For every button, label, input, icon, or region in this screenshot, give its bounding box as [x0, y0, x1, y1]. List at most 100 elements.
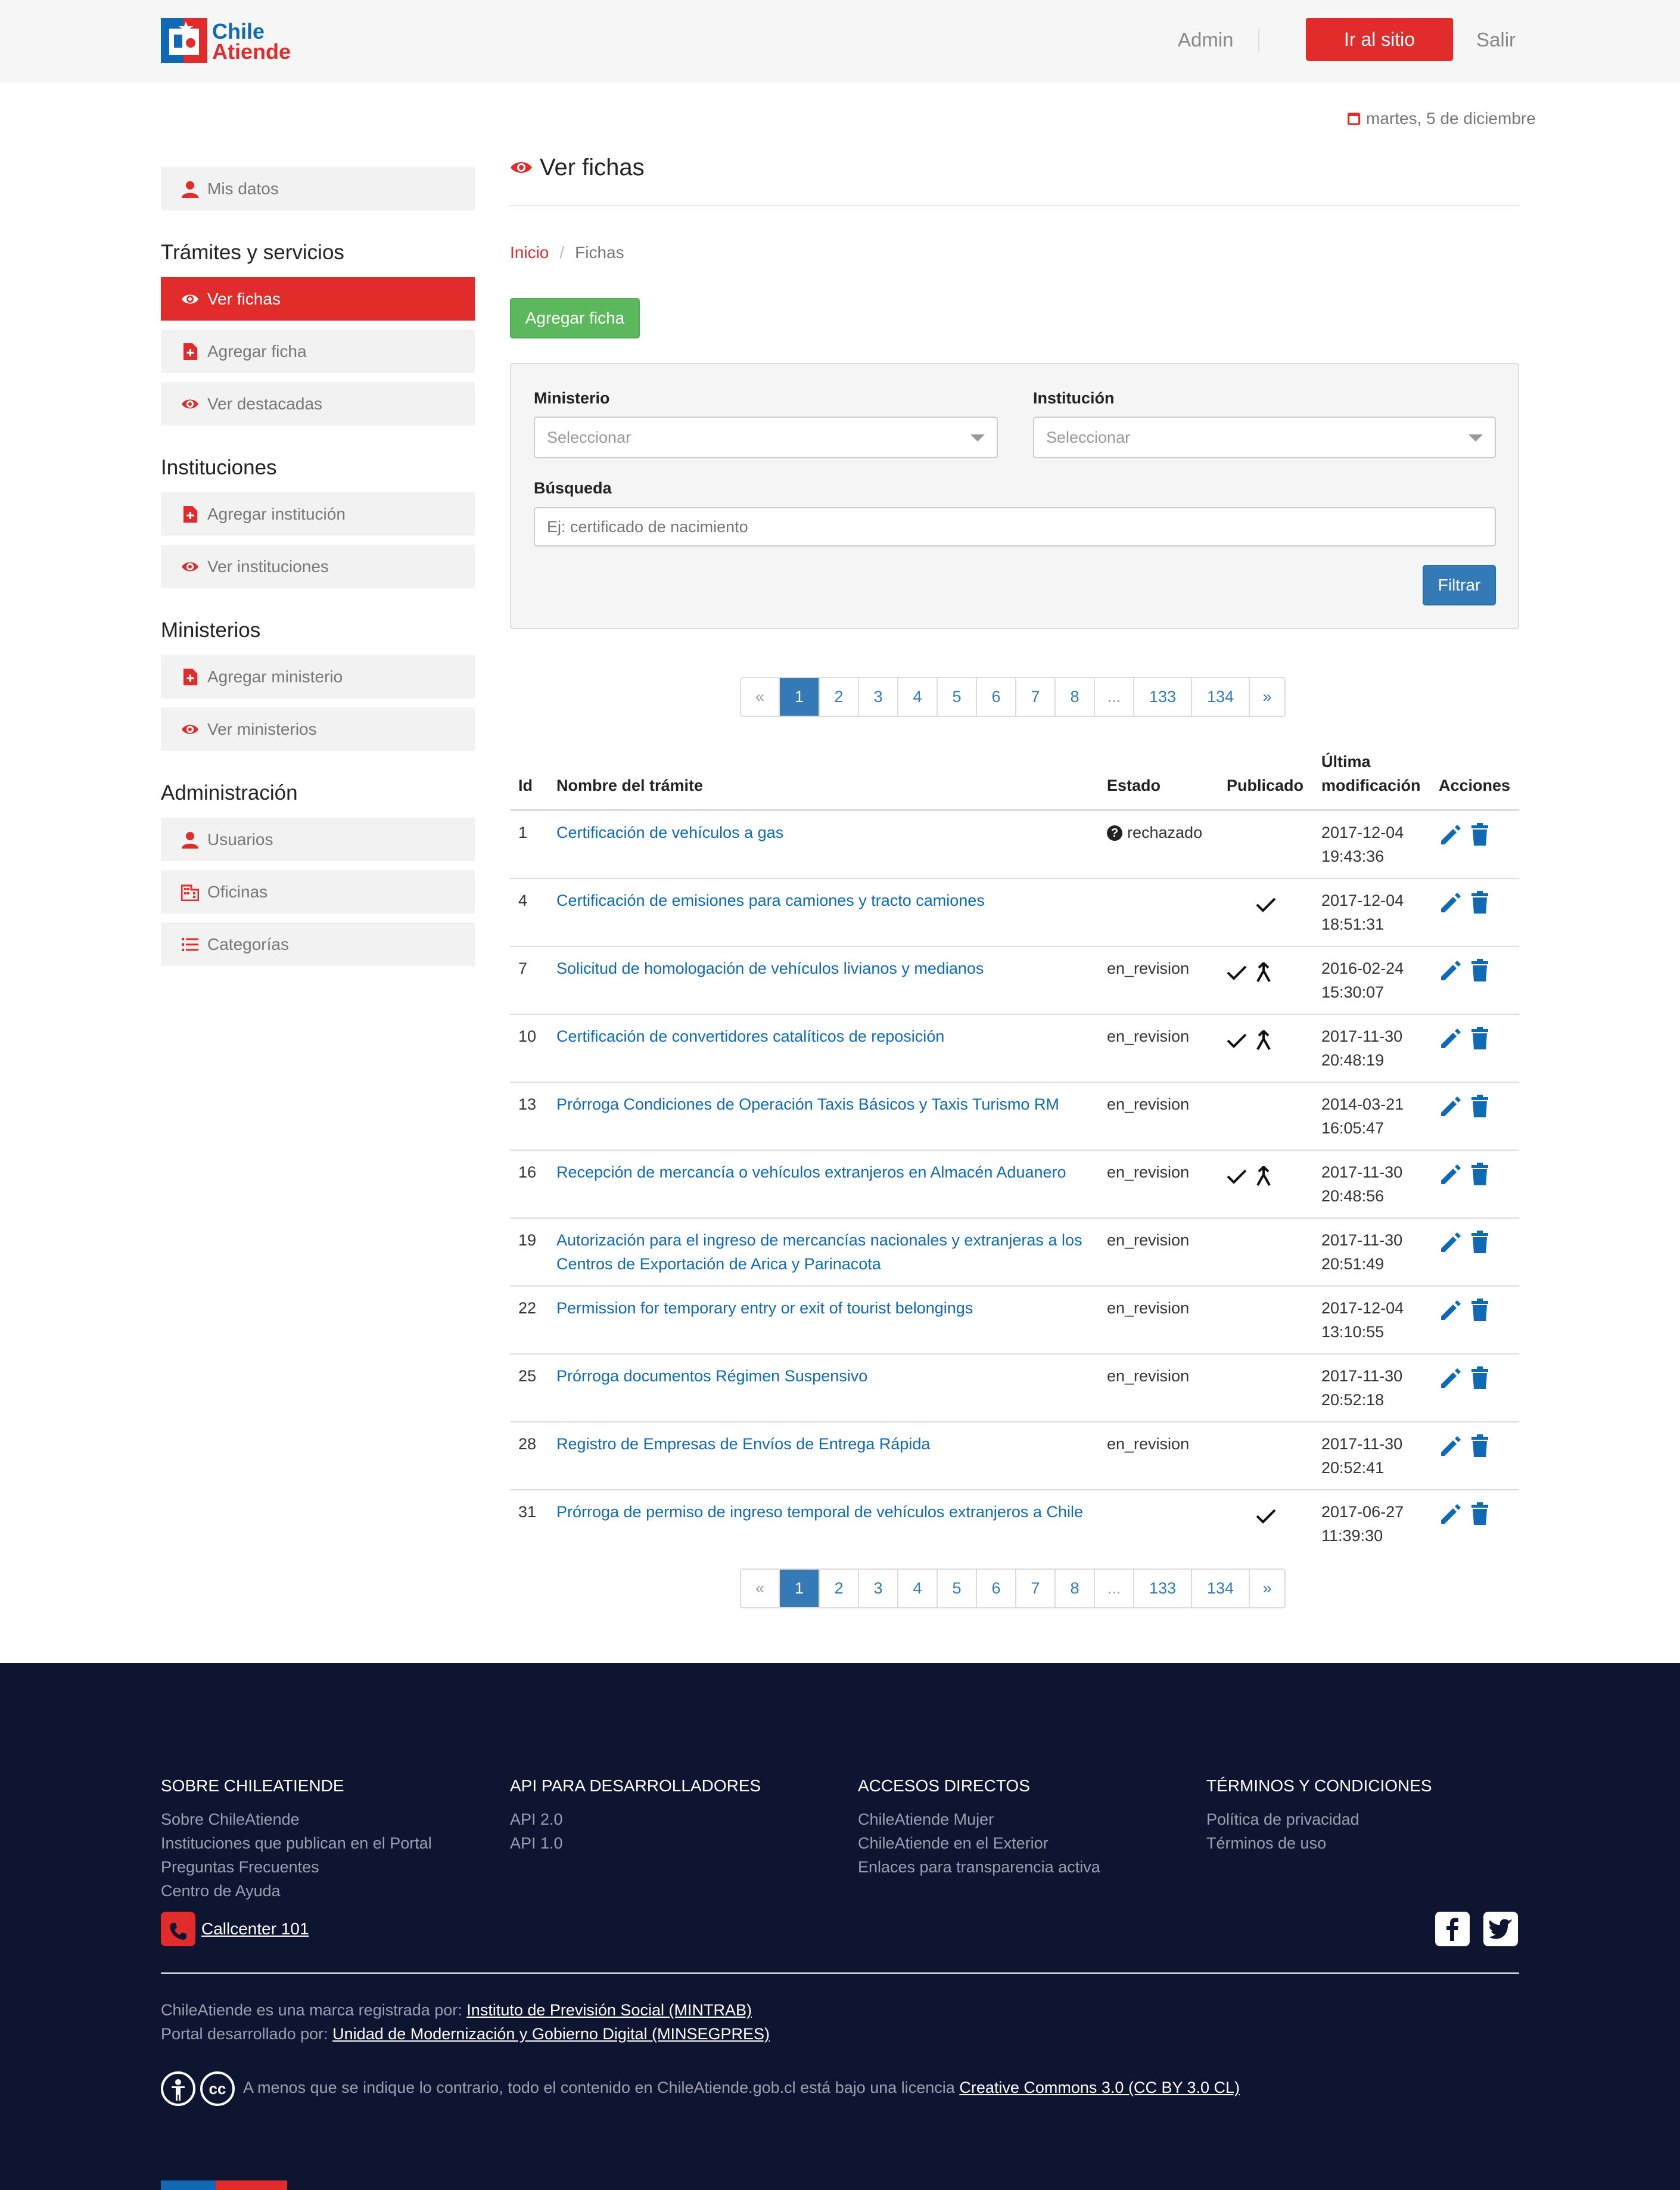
delete-icon[interactable]	[1470, 1094, 1490, 1119]
delete-icon[interactable]	[1470, 1502, 1490, 1526]
sidebar-item-agregar-ministerio[interactable]: Agregar ministerio	[161, 655, 475, 698]
pagination-prev[interactable]: «	[741, 1570, 779, 1607]
delete-icon[interactable]	[1470, 1298, 1490, 1322]
ficha-name-link[interactable]: Solicitud de homologación de vehículos l…	[548, 946, 1099, 1015]
edit-icon[interactable]	[1439, 1434, 1463, 1458]
institution-select[interactable]: Seleccionar	[1033, 417, 1496, 458]
ficha-name-link[interactable]: Prórroga Condiciones de Operación Taxis …	[548, 1082, 1099, 1151]
footer-link[interactable]: ChileAtiende en el Exterior	[858, 1831, 1100, 1855]
pagination-page[interactable]: 1	[779, 1570, 819, 1607]
nav-admin-link[interactable]: Admin	[1178, 29, 1234, 51]
footer-link[interactable]: API 1.0	[510, 1831, 761, 1855]
delete-icon[interactable]	[1470, 1366, 1490, 1390]
edit-icon[interactable]	[1439, 891, 1463, 915]
pagination-page[interactable]: 6	[976, 678, 1015, 716]
sidebar-item-oficinas[interactable]: Oficinas	[161, 870, 475, 914]
ficha-name-link[interactable]: Autorización para el ingreso de mercancí…	[548, 1217, 1099, 1287]
pagination-page[interactable]: 8	[1054, 678, 1094, 716]
pagination-page[interactable]: 1	[779, 678, 819, 716]
delete-icon[interactable]	[1470, 958, 1490, 983]
chileatiende-logo[interactable]: Chile Atiende	[161, 18, 292, 64]
sidebar-item-ver-destacadas[interactable]: Ver destacadas	[161, 382, 475, 425]
cell-published	[1218, 810, 1313, 879]
footer-link[interactable]: Preguntas Frecuentes	[161, 1855, 432, 1879]
brand-link[interactable]: Instituto de Previsión Social (MINTRAB)	[466, 2001, 752, 2019]
delete-icon[interactable]	[1470, 890, 1490, 915]
delete-icon[interactable]	[1470, 1230, 1490, 1254]
cell-state	[1099, 1490, 1218, 1561]
page-title-text: Ver fichas	[540, 154, 645, 181]
license-link[interactable]: Creative Commons 3.0 (CC BY 3.0 CL)	[959, 2079, 1240, 2096]
filter-button[interactable]: Filtrar	[1423, 565, 1496, 605]
edit-icon[interactable]	[1439, 1502, 1463, 1526]
ficha-name-link[interactable]: Certificación de emisiones para camiones…	[548, 878, 1099, 947]
pagination-page[interactable]: 5	[937, 1570, 976, 1607]
delete-icon[interactable]	[1470, 1434, 1490, 1458]
edit-icon[interactable]	[1439, 1231, 1463, 1254]
ficha-name-link[interactable]: Permission for temporary entry or exit o…	[548, 1285, 1099, 1355]
pagination-page[interactable]: 5	[937, 678, 976, 716]
pagination-page[interactable]: 134	[1191, 678, 1249, 716]
pagination-page[interactable]: 3	[858, 678, 897, 716]
edit-icon[interactable]	[1439, 1027, 1463, 1051]
ficha-name-link[interactable]: Prórroga de permiso de ingreso temporal …	[548, 1490, 1099, 1561]
callcenter-link[interactable]: Callcenter 101	[161, 1912, 309, 1946]
sidebar-item-ver-fichas[interactable]: Ver fichas	[161, 277, 475, 321]
pagination-prev[interactable]: «	[741, 678, 779, 716]
pagination-page[interactable]: 133	[1133, 1570, 1191, 1607]
pagination-page[interactable]: 8	[1054, 1570, 1094, 1607]
sidebar-item-categorias[interactable]: Categorías	[161, 922, 475, 966]
pagination-page[interactable]: 2	[819, 678, 858, 716]
question-circle-icon: ?	[1107, 825, 1122, 841]
pagination-next[interactable]: »	[1249, 1570, 1284, 1607]
footer-link[interactable]: Sobre ChileAtiende	[161, 1807, 432, 1831]
add-ficha-button[interactable]: Agregar ficha	[510, 298, 640, 338]
pagination-page[interactable]: 4	[897, 678, 937, 716]
search-input[interactable]	[534, 507, 1496, 546]
pagination-page[interactable]: 6	[976, 1570, 1015, 1607]
twitter-icon[interactable]	[1483, 1912, 1518, 1946]
sidebar-item-usuarios[interactable]: Usuarios	[161, 818, 475, 861]
sidebar-item-ver-ministerios[interactable]: Ver ministerios	[161, 707, 475, 751]
go-to-site-button[interactable]: Ir al sitio	[1306, 18, 1453, 61]
edit-icon[interactable]	[1439, 1163, 1463, 1186]
footer-link[interactable]: Centro de Ayuda	[161, 1879, 432, 1903]
delete-icon[interactable]	[1470, 823, 1490, 847]
sidebar-item-agregar-institucion[interactable]: Agregar institución	[161, 492, 475, 536]
pagination-page[interactable]: 7	[1015, 678, 1054, 716]
footer-link[interactable]: Términos de uso	[1206, 1831, 1432, 1855]
pagination-page[interactable]: 133	[1133, 678, 1191, 716]
edit-icon[interactable]	[1439, 823, 1463, 847]
edit-icon[interactable]	[1439, 1366, 1463, 1390]
footer-link[interactable]: Enlaces para transparencia activa	[858, 1855, 1100, 1879]
footer-link[interactable]: API 2.0	[510, 1807, 761, 1831]
edit-icon[interactable]	[1439, 959, 1463, 983]
dev-link[interactable]: Unidad de Modernización y Gobierno Digit…	[332, 2025, 770, 2043]
ministry-select[interactable]: Seleccionar	[534, 417, 998, 458]
sidebar-item-mis-datos[interactable]: Mis datos	[161, 167, 475, 210]
pagination-page[interactable]: 7	[1015, 1570, 1054, 1607]
sidebar-item-agregar-ficha[interactable]: Agregar ficha	[161, 330, 475, 373]
pagination-page[interactable]: 134	[1191, 1570, 1249, 1607]
pagination-page[interactable]: 4	[897, 1570, 937, 1607]
license-prefix: A menos que se indique lo contrario, tod…	[243, 2079, 955, 2096]
ficha-name-link[interactable]: Registro de Empresas de Envíos de Entreg…	[548, 1421, 1099, 1490]
footer-link[interactable]: ChileAtiende Mujer	[858, 1807, 1100, 1831]
footer-link[interactable]: Política de privacidad	[1206, 1807, 1432, 1831]
pagination-page[interactable]: 2	[819, 1570, 858, 1607]
breadcrumb-home-link[interactable]: Inicio	[510, 243, 549, 262]
sidebar-item-ver-instituciones[interactable]: Ver instituciones	[161, 545, 475, 588]
facebook-icon[interactable]	[1435, 1912, 1470, 1946]
delete-icon[interactable]	[1470, 1026, 1490, 1051]
ficha-name-link[interactable]: Certificación de convertidores catalític…	[548, 1014, 1099, 1083]
footer-link[interactable]: Instituciones que publican en el Portal	[161, 1831, 432, 1855]
ficha-name-link[interactable]: Recepción de mercancía o vehículos extra…	[548, 1150, 1099, 1219]
delete-icon[interactable]	[1470, 1162, 1490, 1186]
logout-link[interactable]: Salir	[1476, 29, 1516, 51]
edit-icon[interactable]	[1439, 1095, 1463, 1119]
ficha-name-link[interactable]: Certificación de vehículos a gas	[548, 810, 1099, 879]
pagination-next[interactable]: »	[1249, 678, 1284, 716]
edit-icon[interactable]	[1439, 1299, 1463, 1322]
pagination-page[interactable]: 3	[858, 1570, 897, 1607]
ficha-name-link[interactable]: Prórroga documentos Régimen Suspensivo	[548, 1353, 1099, 1422]
